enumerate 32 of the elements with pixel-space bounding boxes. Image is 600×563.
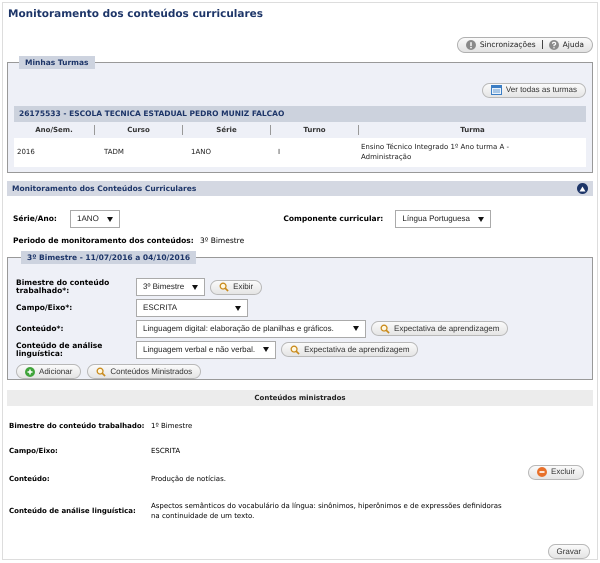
search-icon xyxy=(290,344,300,355)
expectation-button[interactable]: Expectativa de aprendizagem xyxy=(371,321,508,336)
plus-icon xyxy=(25,366,35,377)
add-button[interactable]: Adicionar xyxy=(16,364,82,380)
dropdown[interactable]: 1ANO xyxy=(70,210,120,228)
search-icon xyxy=(219,282,230,292)
dropdown[interactable]: Linguagem digital: elaboração de planilhas e gráficos. xyxy=(136,320,366,338)
caret-icon xyxy=(106,216,113,222)
dropdown[interactable]: 3º Bimestre xyxy=(136,278,206,296)
collapse-button[interactable] xyxy=(577,183,588,194)
page-title: Monitoramento dos conteúdos curriculares xyxy=(7,7,264,22)
minus-icon xyxy=(536,467,547,477)
save-button[interactable]: Gravar xyxy=(548,544,590,559)
dropdown[interactable]: ESCRITA xyxy=(136,299,248,318)
search-icon xyxy=(96,366,106,377)
info-icon xyxy=(466,40,476,50)
search-icon xyxy=(380,324,390,334)
dropdown[interactable]: Linguagem verbal e não verbal. xyxy=(136,340,276,359)
caret-icon xyxy=(192,284,198,290)
caret-icon xyxy=(235,306,241,311)
help-icon xyxy=(548,40,559,50)
caret-icon xyxy=(353,326,359,332)
caret-icon xyxy=(263,347,270,352)
show-button[interactable]: Exibir xyxy=(210,280,262,295)
calendar-icon xyxy=(490,85,502,96)
delete-button[interactable]: Excluir xyxy=(528,464,584,480)
caret-icon xyxy=(478,216,484,222)
expectation-button[interactable]: Expectativa de aprendizagem xyxy=(281,342,418,358)
up-triangle-icon xyxy=(579,186,586,192)
contents-button[interactable]: Conteúdos Ministrados xyxy=(87,364,202,380)
view-all-button[interactable]: Ver todas as turmas xyxy=(482,82,586,98)
dropdown[interactable]: Língua Portuguesa xyxy=(395,210,491,228)
